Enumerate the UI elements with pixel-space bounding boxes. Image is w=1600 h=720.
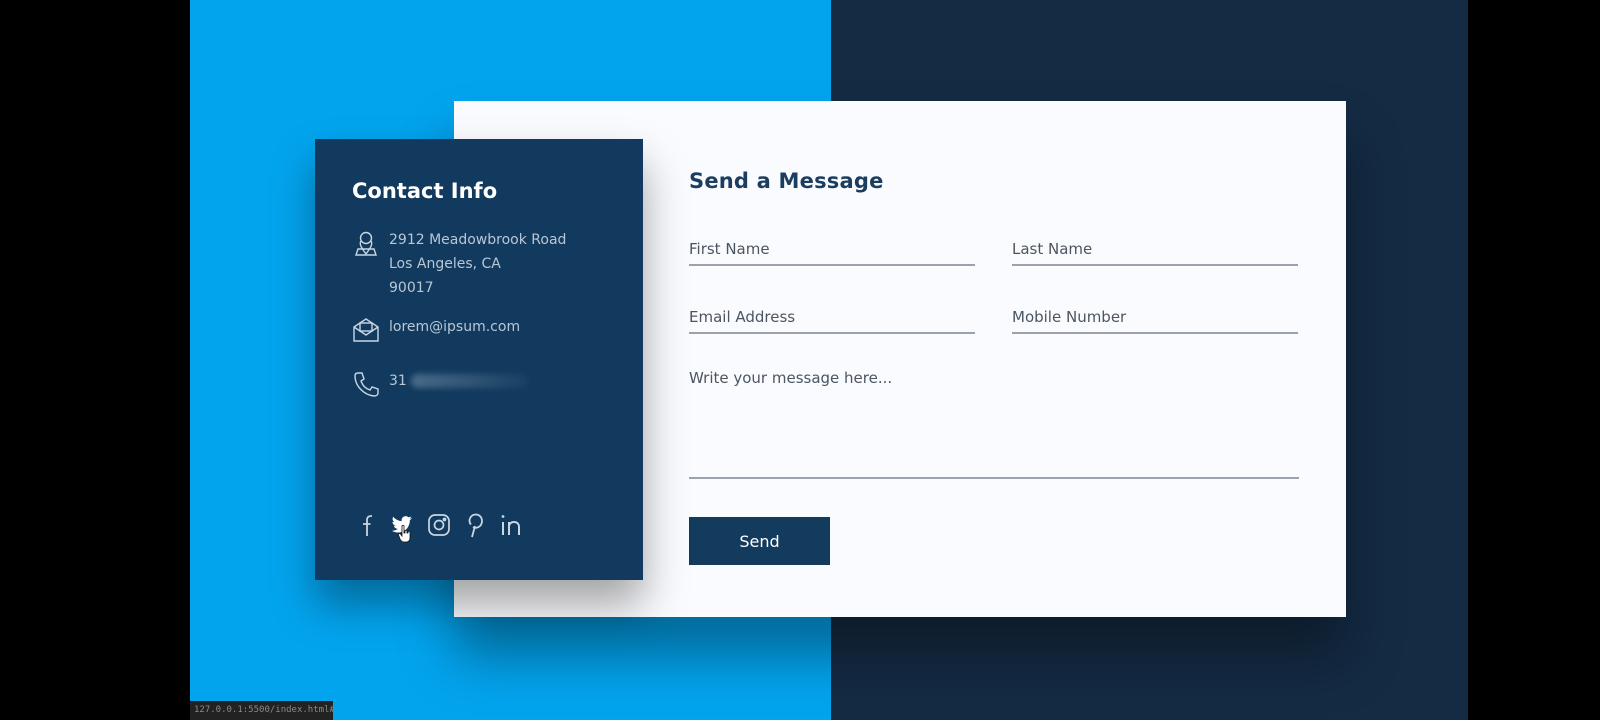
email-input[interactable] [689, 302, 975, 332]
facebook-icon[interactable] [351, 511, 378, 538]
send-button[interactable]: Send [689, 517, 830, 565]
phone-icon [351, 369, 381, 399]
address-line-1: 2912 Meadowbrook Road [389, 232, 567, 248]
contact-info-card: Contact Info 2912 Meadowbrook Road Los A… [315, 139, 643, 580]
message-field[interactable] [689, 369, 1299, 479]
phone-row: 31 [351, 369, 529, 399]
first-name-field[interactable] [689, 234, 975, 266]
instagram-icon[interactable] [425, 511, 452, 538]
last-name-input[interactable] [1012, 234, 1298, 264]
page-stage: Send a Message Send Contact Info [190, 0, 1468, 720]
message-textarea[interactable] [689, 369, 1299, 477]
address-line-3: 90017 [389, 280, 434, 296]
contact-email[interactable]: lorem@ipsum.com [389, 315, 520, 339]
twitter-icon[interactable] [388, 511, 415, 543]
phone-number-blurred [410, 374, 529, 388]
mail-icon [351, 315, 381, 345]
browser-status-bar: 127.0.0.1:5500/index.html# [190, 701, 333, 720]
email-row: lorem@ipsum.com [351, 315, 520, 345]
location-icon [351, 228, 381, 258]
contact-info-title: Contact Info [352, 179, 498, 203]
email-field[interactable] [689, 302, 975, 334]
pinterest-icon[interactable] [462, 511, 489, 538]
address-line-2: Los Angeles, CA [389, 256, 501, 272]
linkedin-icon[interactable] [499, 511, 526, 538]
form-title: Send a Message [689, 169, 884, 193]
social-links [351, 511, 526, 543]
phone-prefix: 31 [389, 373, 407, 389]
mobile-input[interactable] [1012, 302, 1298, 332]
first-name-input[interactable] [689, 234, 975, 264]
address-row: 2912 Meadowbrook Road Los Angeles, CA 90… [351, 228, 566, 300]
mobile-field[interactable] [1012, 302, 1298, 334]
last-name-field[interactable] [1012, 234, 1298, 266]
